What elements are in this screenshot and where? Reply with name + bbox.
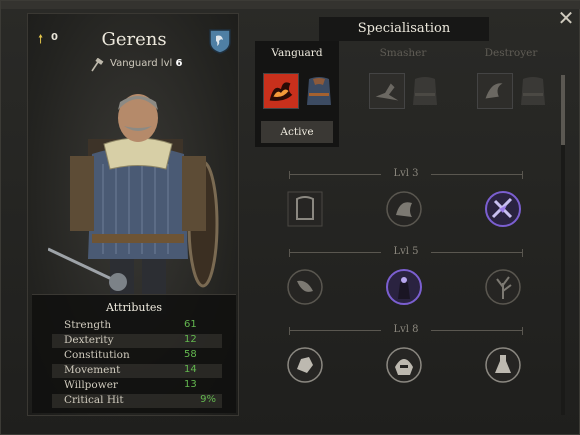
tab-icons bbox=[367, 73, 443, 111]
attribute-name: Movement bbox=[64, 364, 121, 376]
attribute-value: 13 bbox=[184, 379, 197, 390]
class-level-line: Vanguard lvl 6 bbox=[110, 58, 182, 69]
tree-perk-icon[interactable] bbox=[485, 269, 521, 305]
shield-perk-icon[interactable] bbox=[287, 191, 323, 227]
tab-label: Vanguard bbox=[271, 47, 323, 59]
attribute-value: 12 bbox=[184, 334, 197, 345]
attribute-row-strength: Strength 61 bbox=[52, 319, 222, 333]
tier-divider-lvl8: Lvl 8 bbox=[289, 324, 523, 338]
flask-perk-icon[interactable] bbox=[485, 347, 521, 383]
tab-icons bbox=[475, 73, 551, 111]
destroy-skill-icon bbox=[477, 73, 513, 109]
attribute-value: 14 bbox=[184, 364, 197, 375]
tab-smasher[interactable]: Smasher bbox=[361, 41, 445, 147]
attribute-value: 61 bbox=[184, 319, 197, 330]
horn-perk-icon[interactable] bbox=[287, 269, 323, 305]
tier-divider-lvl3: Lvl 3 bbox=[289, 168, 523, 182]
scroll-thumb[interactable] bbox=[561, 75, 565, 145]
helm-perk-icon[interactable] bbox=[386, 347, 422, 383]
attribute-name: Willpower bbox=[64, 379, 118, 391]
armor-set-icon bbox=[521, 77, 545, 105]
tier-divider-lvl5: Lvl 5 bbox=[289, 246, 523, 260]
scrollbar[interactable] bbox=[561, 75, 565, 415]
crest-icon[interactable] bbox=[208, 28, 232, 54]
tab-label: Smasher bbox=[379, 47, 427, 59]
active-button[interactable]: Active bbox=[261, 121, 333, 143]
aura-perk-icon[interactable] bbox=[386, 269, 422, 305]
attribute-row-willpower: Willpower 13 bbox=[52, 379, 222, 393]
game-window: 🠕 0 Gerens Vanguard lvl 6 Attributes Str… bbox=[0, 0, 580, 435]
specialisation-title: Specialisation bbox=[319, 17, 489, 41]
attributes-box: Attributes Strength 61 Dexterity 12 Cons… bbox=[32, 294, 236, 413]
class-level: 6 bbox=[175, 58, 183, 69]
tab-destroyer[interactable]: Destroyer bbox=[469, 41, 553, 147]
attribute-name: Dexterity bbox=[64, 334, 114, 346]
attribute-row-constitution: Constitution 58 bbox=[52, 349, 222, 363]
attribute-value: 9% bbox=[200, 394, 216, 405]
character-panel: 🠕 0 Gerens Vanguard lvl 6 Attributes Str… bbox=[27, 13, 239, 416]
specialisation-panel: Specialisation Vanguard Active Smasher D… bbox=[249, 13, 565, 416]
attribute-name: Constitution bbox=[64, 349, 130, 361]
armor-set-icon bbox=[413, 77, 437, 105]
tab-label: Destroyer bbox=[484, 47, 538, 59]
tab-vanguard[interactable]: Vanguard Active bbox=[255, 41, 339, 147]
class-name: Vanguard lvl bbox=[110, 58, 173, 69]
attribute-row-movement: Movement 14 bbox=[52, 364, 222, 378]
fist-perk-icon[interactable] bbox=[287, 347, 323, 383]
fire-skill-icon bbox=[263, 73, 299, 109]
tab-icons bbox=[261, 73, 337, 111]
lightning-perk-icon[interactable] bbox=[485, 191, 521, 227]
hammer-icon bbox=[91, 58, 104, 72]
attribute-name: Strength bbox=[64, 319, 112, 331]
attribute-value: 58 bbox=[184, 349, 197, 360]
smash-skill-icon bbox=[369, 73, 405, 109]
armor-set-icon bbox=[307, 77, 331, 105]
attributes-title: Attributes bbox=[105, 301, 163, 314]
armor-perk-icon[interactable] bbox=[386, 191, 422, 227]
attribute-name: Critical Hit bbox=[64, 394, 124, 406]
attribute-row-dexterity: Dexterity 12 bbox=[52, 334, 222, 348]
attribute-row-critical-hit: Critical Hit 9% bbox=[52, 394, 222, 408]
character-portrait bbox=[48, 94, 219, 314]
top-bar bbox=[1, 1, 580, 9]
